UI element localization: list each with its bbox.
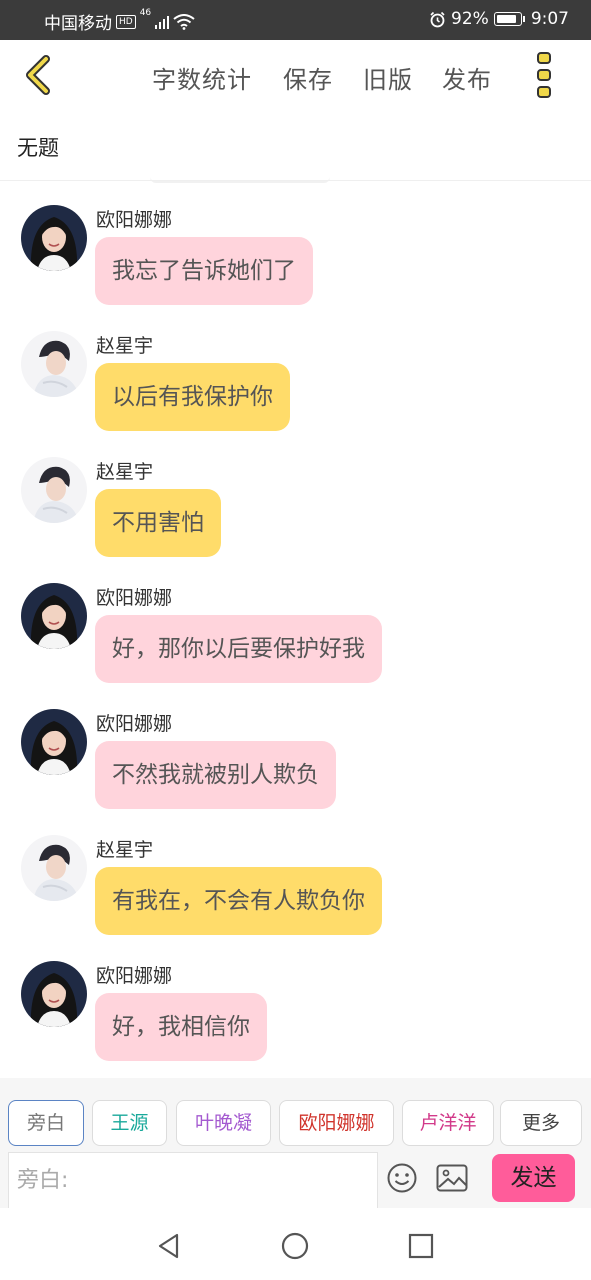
message-bubble[interactable]: 好，那你以后要保护好我: [95, 615, 382, 683]
role-chip-yewanning[interactable]: 叶晚凝: [176, 1100, 271, 1146]
avatar[interactable]: [21, 583, 87, 649]
system-nav-bar: [0, 1208, 591, 1280]
female-avatar-icon: [21, 205, 87, 271]
avatar[interactable]: [21, 835, 87, 901]
role-chip-label: 王源: [110, 1112, 149, 1134]
message-bubble[interactable]: 有我在，不会有人欺负你: [95, 867, 382, 935]
send-button[interactable]: 发送: [492, 1154, 575, 1202]
network-type: 46: [139, 8, 152, 18]
message-bubble[interactable]: 我忘了告诉她们了: [95, 237, 313, 305]
role-chip-ouyangnana[interactable]: 欧阳娜娜: [279, 1100, 394, 1146]
message-item[interactable]: 欧阳娜娜我忘了告诉她们了: [0, 205, 591, 325]
divider: [0, 180, 591, 181]
message-item[interactable]: 赵星宇 不用害怕: [0, 457, 591, 577]
signal-icon: [155, 15, 170, 29]
clock: 9:07: [530, 9, 569, 29]
male-avatar-icon: [21, 835, 87, 901]
battery-icon: [493, 12, 525, 26]
message-item[interactable]: 赵星宇有我在，不会有人欺负你: [0, 835, 591, 955]
message-item[interactable]: 欧阳娜娜好，我相信你: [0, 961, 591, 1081]
document-title[interactable]: 无题: [17, 132, 59, 162]
male-avatar-icon: [21, 331, 87, 397]
message-bubble[interactable]: 不用害怕: [95, 489, 221, 557]
message-input[interactable]: [17, 1153, 369, 1208]
old-version-button[interactable]: 旧版: [363, 60, 413, 95]
wifi-icon: [173, 13, 195, 30]
sender-name: 欧阳娜娜: [96, 587, 173, 609]
avatar[interactable]: [21, 457, 87, 523]
image-button[interactable]: [436, 1164, 468, 1192]
nav-back-button[interactable]: [155, 1232, 183, 1260]
back-button[interactable]: [20, 54, 60, 96]
smiley-icon: [387, 1163, 417, 1193]
avatar[interactable]: [21, 709, 87, 775]
role-chip-wangyuan[interactable]: 王源: [92, 1100, 167, 1146]
message-item[interactable]: 欧阳娜娜不然我就被别人欺负: [0, 709, 591, 829]
square-recents-icon: [408, 1233, 434, 1259]
avatar[interactable]: [21, 961, 87, 1027]
role-chip-more[interactable]: 更多: [500, 1100, 582, 1146]
female-avatar-icon: [21, 961, 87, 1027]
emoji-button[interactable]: [386, 1162, 418, 1194]
message-item[interactable]: 欧阳娜娜好，那你以后要保护好我: [0, 583, 591, 703]
carrier-name: 中国移动: [44, 14, 112, 34]
battery-percent: 92%: [451, 9, 489, 29]
message-bubble[interactable]: 不然我就被别人欺负: [95, 741, 336, 809]
sender-name: 欧阳娜娜: [96, 965, 173, 987]
nav-recents-button[interactable]: [407, 1232, 435, 1260]
role-chip-label: 旁白: [26, 1112, 65, 1134]
app-header: 字数统计 保存 旧版 发布: [0, 40, 591, 110]
sender-name: 欧阳娜娜: [96, 713, 173, 735]
more-menu-button[interactable]: [532, 50, 556, 100]
message-bubble[interactable]: 以后有我保护你: [95, 363, 290, 431]
vertical-dots-icon: [537, 52, 551, 98]
status-bar: 中国移动 HD 46 92% 9:07: [0, 0, 591, 40]
composer-panel: 旁白 王源 叶晚凝 欧阳娜娜 卢洋洋 更多 发送: [0, 1078, 591, 1208]
role-chip-label: 更多: [521, 1112, 560, 1134]
triangle-back-icon: [158, 1233, 179, 1259]
role-chip-label: 叶晚凝: [194, 1112, 252, 1134]
message-input-box[interactable]: [8, 1152, 378, 1208]
publish-button[interactable]: 发布: [442, 60, 492, 95]
female-avatar-icon: [21, 709, 87, 775]
role-chip-label: 欧阳娜娜: [298, 1112, 375, 1134]
alarm-icon: [430, 11, 445, 27]
sender-name: 赵星宇: [96, 839, 154, 861]
avatar[interactable]: [21, 205, 87, 271]
circle-home-icon: [281, 1232, 309, 1260]
save-button[interactable]: 保存: [283, 60, 333, 95]
avatar[interactable]: [21, 331, 87, 397]
sender-name: 赵星宇: [96, 335, 154, 357]
role-chip-luyangyang[interactable]: 卢洋洋: [402, 1100, 494, 1146]
image-icon: [436, 1164, 468, 1192]
female-avatar-icon: [21, 583, 87, 649]
role-chip-label: 卢洋洋: [419, 1112, 477, 1134]
message-item[interactable]: 赵星宇以后有我保护你: [0, 331, 591, 451]
word-count-button[interactable]: 字数统计: [152, 60, 252, 95]
role-chip-narration[interactable]: 旁白: [8, 1100, 84, 1146]
hd-badge: HD: [116, 14, 136, 29]
nav-home-button[interactable]: [281, 1232, 309, 1260]
sender-name: 赵星宇: [96, 461, 154, 483]
message-bubble[interactable]: 好，我相信你: [95, 993, 267, 1061]
male-avatar-icon: [21, 457, 87, 523]
chevron-left-icon: [26, 55, 50, 95]
sender-name: 欧阳娜娜: [96, 209, 173, 231]
